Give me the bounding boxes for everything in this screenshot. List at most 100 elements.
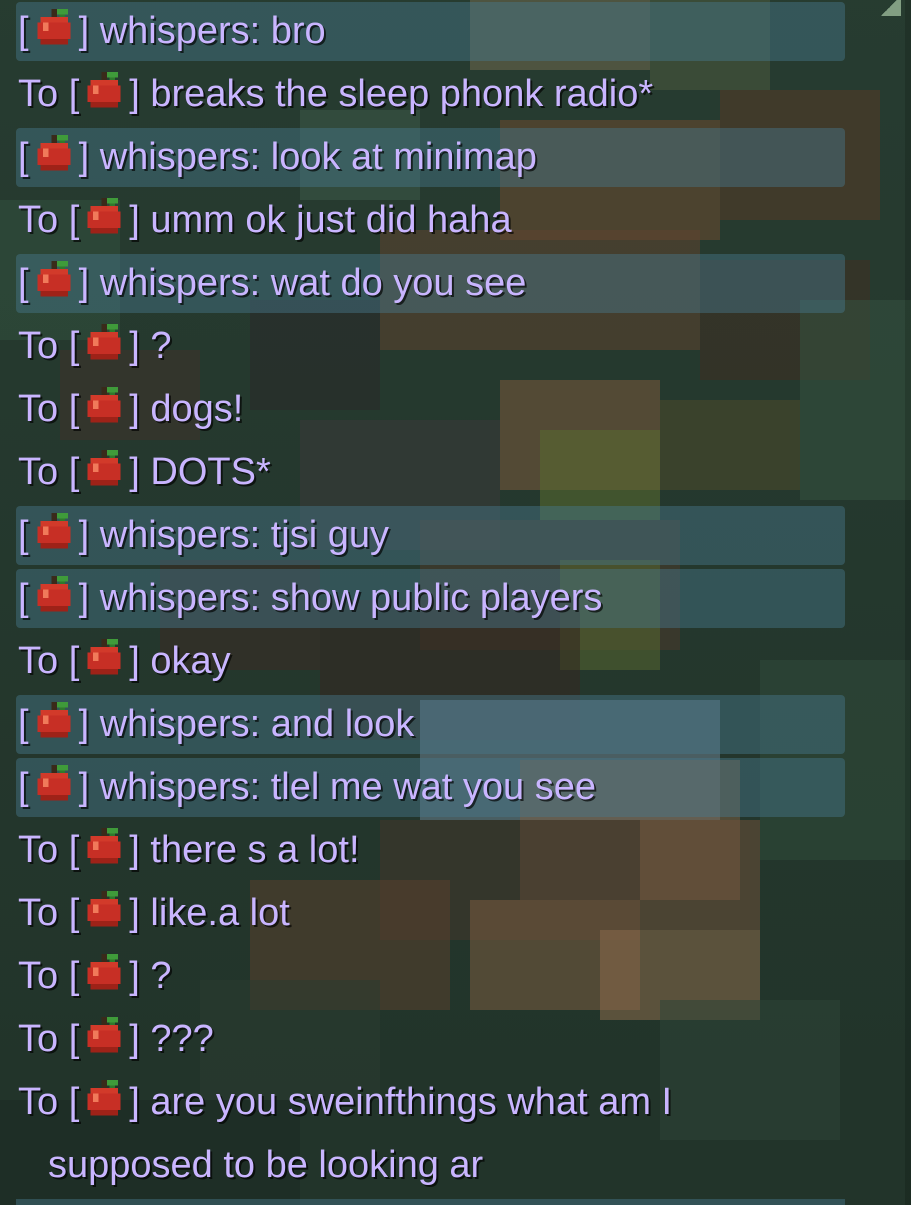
chat-message[interactable]: To [] breaks the sleep phonk radio* <box>0 63 911 126</box>
chat-message[interactable]: To [] there s a lot! <box>0 819 911 882</box>
chat-message[interactable]: To [] ??? <box>0 1008 911 1071</box>
message-text: look at minimap <box>270 136 537 178</box>
apple-icon[interactable] <box>82 447 126 491</box>
chat-message[interactable]: [] whispers: wat do you see <box>0 252 911 315</box>
chat-log[interactable]: [] whispers: bro To [] breaks the sleep p… <box>0 0 911 1205</box>
chat-message[interactable]: To [] dogs! <box>0 378 911 441</box>
direction-prefix: To <box>18 1018 59 1060</box>
bracket-close: ] <box>78 136 90 178</box>
chat-message[interactable]: To [] like.a lot <box>0 882 911 945</box>
chat-message[interactable]: To [] are you sweinfthings what am I supp… <box>0 1071 911 1186</box>
bracket-open: [ <box>18 262 29 304</box>
bracket-open: [ <box>68 388 80 430</box>
message-text: umm ok just did haha <box>150 199 512 241</box>
whisper-label: whispers: <box>99 262 261 304</box>
apple-icon[interactable] <box>82 195 126 239</box>
bracket-close: ] <box>129 451 140 493</box>
message-text-continuation: supposed to be looking ar <box>48 1144 484 1186</box>
chat-message[interactable]: To [] ? <box>0 945 911 1008</box>
chat-message[interactable]: [] whispers: and look <box>0 693 911 756</box>
apple-icon[interactable] <box>82 888 126 932</box>
bracket-close: ] <box>129 199 140 241</box>
whisper-label: whispers: <box>99 703 261 745</box>
bracket-close: ] <box>129 640 140 682</box>
message-text: there s a lot! <box>150 829 360 871</box>
chat-message[interactable]: [] whispers: look at minimap <box>0 126 911 189</box>
chat-message[interactable]: To [] ? <box>0 315 911 378</box>
chat-message[interactable]: To [] umm ok just did haha <box>0 189 911 252</box>
direction-prefix: To <box>18 955 59 997</box>
chat-scrollbar[interactable] <box>905 0 911 1205</box>
bracket-open: [ <box>68 955 80 997</box>
apple-icon[interactable] <box>82 825 126 869</box>
whisper-label: whispers: <box>99 10 261 52</box>
bracket-close: ] <box>78 262 90 304</box>
bracket-close: ] <box>129 388 140 430</box>
chat-message-content: [] whispers: wat do you see <box>18 252 526 315</box>
chat-message[interactable]: To [] okay <box>0 630 911 693</box>
bracket-open: [ <box>18 136 29 178</box>
bracket-open: [ <box>68 1081 80 1123</box>
direction-prefix: To <box>18 388 59 430</box>
chat-message-content: To [] ??? <box>18 1008 214 1071</box>
chat-message-content: To [] are you sweinfthings what am I <box>18 1071 672 1134</box>
whisper-label: whispers: <box>99 514 261 556</box>
whisper-label: whispers: <box>99 136 261 178</box>
chat-message-content: To [] breaks the sleep phonk radio* <box>18 63 653 126</box>
message-text: bro <box>270 10 326 52</box>
bracket-open: [ <box>18 10 29 52</box>
bracket-close: ] <box>78 766 90 808</box>
chat-message-content: To [] ? <box>18 315 172 378</box>
whisper-label: whispers: <box>99 577 261 619</box>
chat-message[interactable]: To [] DOTS* <box>0 441 911 504</box>
apple-icon[interactable] <box>82 321 126 365</box>
bracket-open: [ <box>18 703 29 745</box>
bracket-close: ] <box>129 1018 140 1060</box>
bracket-close: ] <box>78 703 90 745</box>
chat-message[interactable]: [] whispers: tlel me wat you see <box>0 756 911 819</box>
bracket-open: [ <box>68 640 80 682</box>
chat-message-content: To [] umm ok just did haha <box>18 189 512 252</box>
corner-resize-icon[interactable] <box>877 0 901 16</box>
message-text: show public players <box>270 577 603 619</box>
apple-icon[interactable] <box>32 258 76 302</box>
apple-icon[interactable] <box>82 1014 126 1058</box>
next-message-highlight <box>16 1199 845 1205</box>
chat-message[interactable]: [] whispers: tjsi guy <box>0 504 911 567</box>
apple-icon[interactable] <box>32 132 76 176</box>
direction-prefix: To <box>18 451 59 493</box>
bracket-close: ] <box>78 10 90 52</box>
chat-message[interactable]: [] whispers: show public players <box>0 567 911 630</box>
apple-icon[interactable] <box>82 636 126 680</box>
apple-icon[interactable] <box>32 573 76 617</box>
bracket-close: ] <box>129 325 140 367</box>
bracket-open: [ <box>68 1018 80 1060</box>
message-text: tjsi guy <box>270 514 390 556</box>
apple-icon[interactable] <box>82 384 126 428</box>
chat-message-content: To [] ? <box>18 945 172 1008</box>
chat-message[interactable]: [] whispers: bro <box>0 0 911 63</box>
message-text: breaks the sleep phonk radio* <box>150 73 654 115</box>
bracket-close: ] <box>129 955 140 997</box>
message-text: tlel me wat you see <box>270 766 597 808</box>
direction-prefix: To <box>18 325 59 367</box>
bracket-open: [ <box>68 199 80 241</box>
apple-icon[interactable] <box>32 6 76 50</box>
whisper-label: whispers: <box>99 766 261 808</box>
chat-message-content: [] whispers: show public players <box>18 567 602 630</box>
apple-icon[interactable] <box>82 1077 126 1121</box>
apple-icon[interactable] <box>82 951 126 995</box>
message-text: ? <box>150 325 172 367</box>
apple-icon[interactable] <box>32 699 76 743</box>
bracket-open: [ <box>18 514 29 556</box>
apple-icon[interactable] <box>82 69 126 113</box>
bracket-close: ] <box>129 73 140 115</box>
bracket-open: [ <box>68 829 80 871</box>
direction-prefix: To <box>18 640 59 682</box>
bracket-open: [ <box>68 451 80 493</box>
message-text: DOTS* <box>150 451 271 493</box>
apple-icon[interactable] <box>32 762 76 806</box>
direction-prefix: To <box>18 199 59 241</box>
apple-icon[interactable] <box>32 510 76 554</box>
bracket-open: [ <box>68 325 80 367</box>
